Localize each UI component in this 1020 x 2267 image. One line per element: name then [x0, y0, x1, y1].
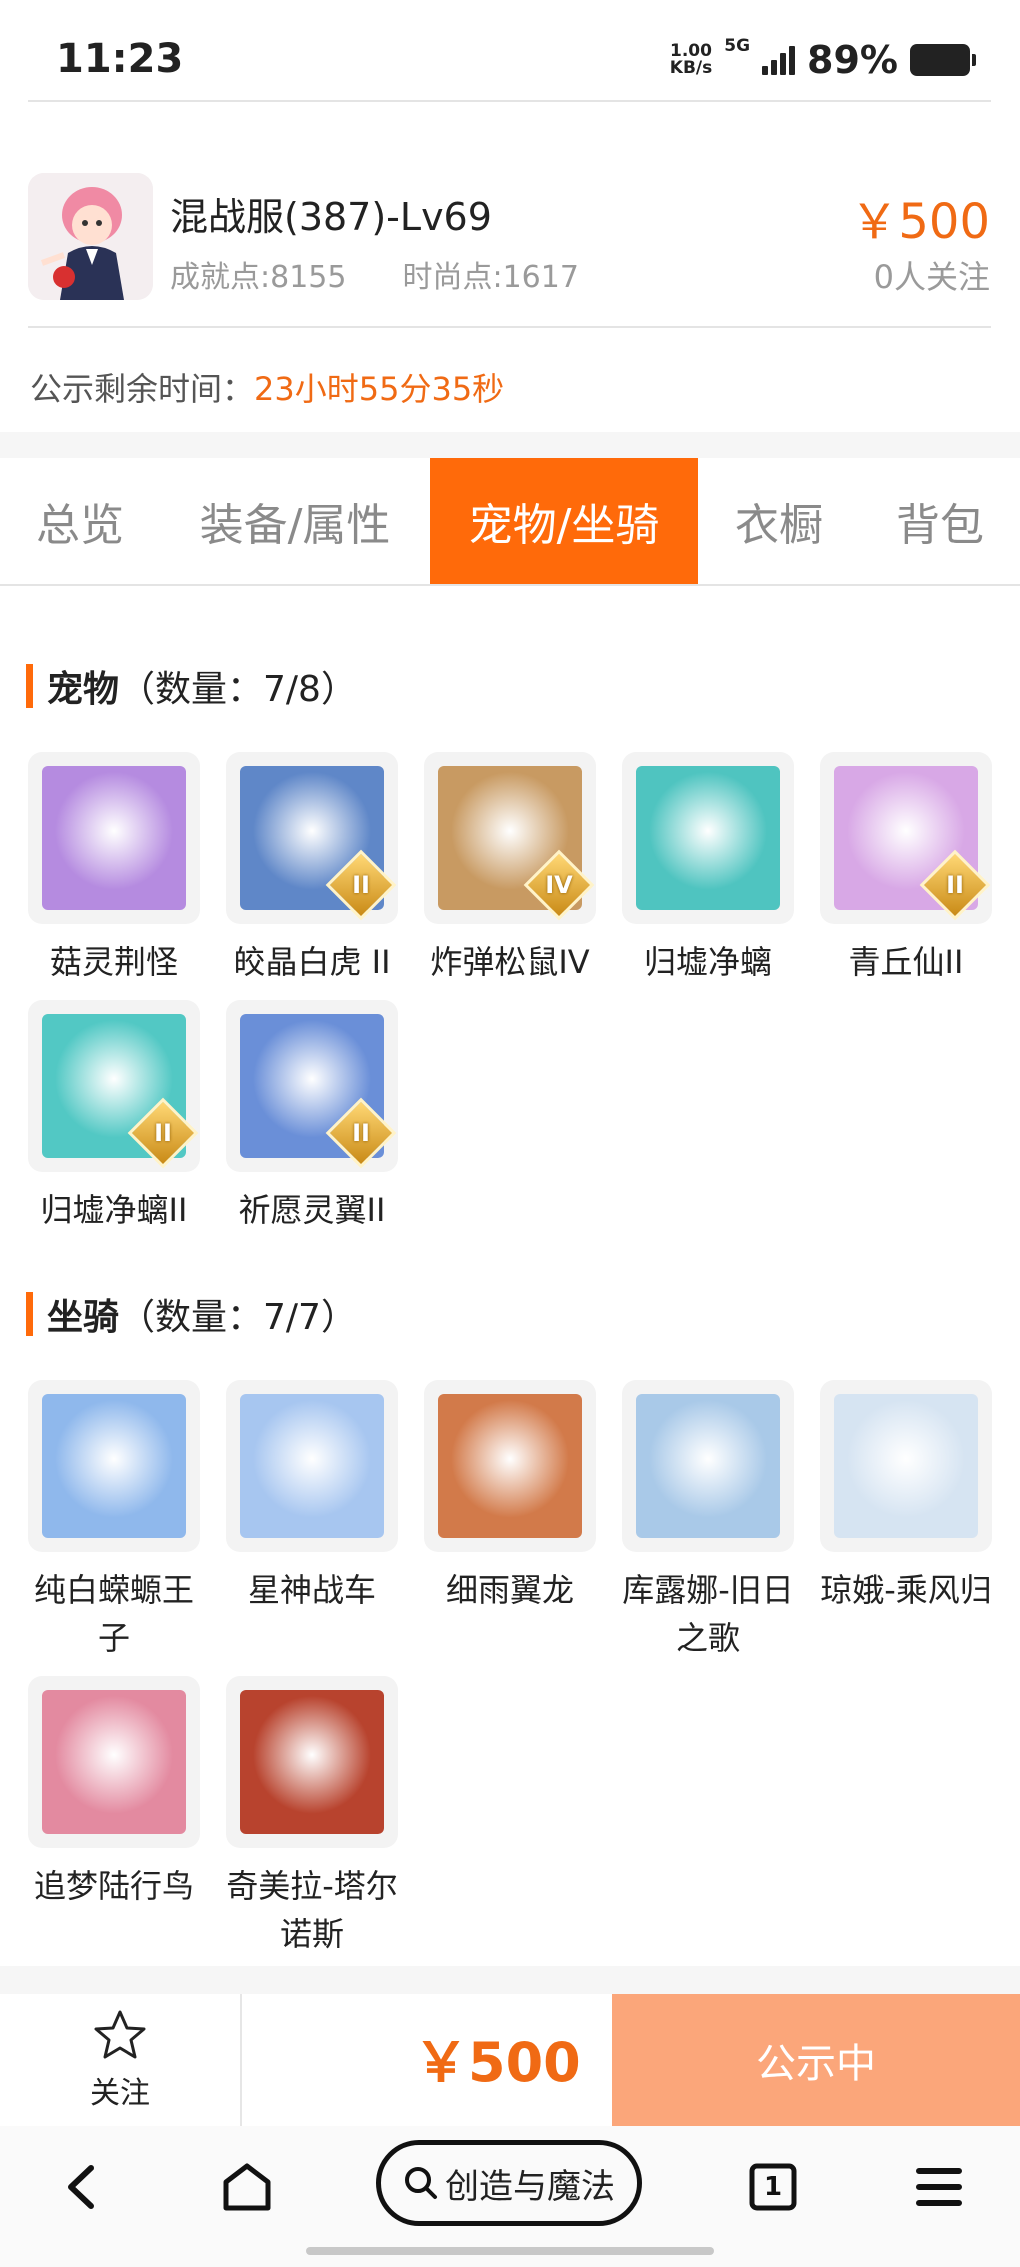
mount-name: 细雨翼龙: [445, 1571, 574, 1609]
pet-name: 归墟净螭: [643, 943, 772, 981]
pet-card[interactable]: II 皎晶白虎 II: [226, 752, 398, 986]
follow-label: 关注: [90, 2076, 150, 2111]
battery-icon: [910, 44, 976, 76]
search-icon: [405, 2167, 437, 2199]
network-speed: 1.00 KB/s: [669, 41, 713, 78]
pet-image: II: [226, 1000, 398, 1172]
pets-grid: 菇灵荆怪 II 皎晶白虎 II IV 炸弹松鼠IV 归墟净螭 II 青丘仙II …: [28, 752, 998, 1234]
mount-image: [226, 1676, 398, 1848]
pet-image: [622, 752, 794, 924]
character-avatar: [28, 173, 153, 300]
search-text: 创造与魔法: [445, 2166, 615, 2207]
mount-card[interactable]: 奇美拉-塔尔诺斯: [226, 1676, 398, 1958]
pet-image: II: [820, 752, 992, 924]
tab-count: 1: [763, 2172, 783, 2202]
battery-percent: 89%: [807, 38, 898, 82]
bottom-action-bar: 关注 ￥500 公示中: [0, 1994, 1020, 2126]
publicity-status-button[interactable]: 公示中: [612, 1994, 1020, 2126]
pet-name: 菇灵荆怪: [49, 943, 178, 981]
account-stats: 成就点:8155 时尚点:1617: [170, 252, 579, 296]
mount-name: 奇美拉-塔尔诺斯: [226, 1867, 398, 1953]
bottom-price: ￥500: [414, 2031, 581, 2094]
star-icon: [94, 2010, 146, 2059]
mount-card[interactable]: 纯白蝾螈王子: [28, 1380, 200, 1662]
mount-image: [424, 1380, 596, 1552]
pet-image: [28, 752, 200, 924]
mount-name: 库露娜-旧日之歌: [622, 1571, 794, 1657]
pet-card[interactable]: II 祈愿灵翼II: [226, 1000, 398, 1234]
mount-image: [226, 1380, 398, 1552]
status-indicators: 1.00 KB/s 5G 89%: [669, 36, 976, 82]
section-accent: [26, 664, 33, 708]
mount-name: 琼娥-乘风归: [820, 1571, 992, 1609]
browser-nav-bar: 创造与魔法 1: [0, 2126, 1020, 2267]
pet-image: II: [28, 1000, 200, 1172]
publicity-timer: 公示剩余时间：23小时55分35秒: [30, 364, 504, 410]
gesture-handle: [306, 2247, 714, 2255]
mount-image: [820, 1380, 992, 1552]
mount-card[interactable]: 星神战车: [226, 1380, 398, 1662]
pet-name: 青丘仙II: [848, 943, 964, 981]
mount-card[interactable]: 追梦陆行鸟: [28, 1676, 200, 1958]
mount-card[interactable]: 琼娥-乘风归: [820, 1380, 992, 1662]
divider: [28, 326, 991, 328]
fashion-points: 时尚点:1617: [402, 260, 579, 295]
pet-name: 归墟净螭II: [40, 1191, 188, 1229]
follower-count: 0人关注: [873, 258, 990, 296]
network-type: 5G: [724, 36, 751, 56]
mount-image: [28, 1676, 200, 1848]
divider: [28, 100, 991, 102]
tab-wardrobe[interactable]: 衣橱: [698, 458, 860, 584]
status-time: 11:23: [56, 36, 184, 82]
account-title: 混战服(387)-Lv69: [170, 195, 492, 239]
tab-equipment[interactable]: 装备/属性: [160, 458, 430, 584]
account-price: ￥500: [850, 194, 990, 250]
pet-name: 皎晶白虎 II: [233, 943, 391, 981]
mount-image: [28, 1380, 200, 1552]
mount-image: [622, 1380, 794, 1552]
tabs-icon[interactable]: 1: [738, 2152, 808, 2222]
section-gap: [0, 432, 1020, 458]
tab-overview[interactable]: 总览: [0, 458, 160, 584]
detail-tabs: 总览 装备/属性 宠物/坐骑 衣橱 背包: [0, 458, 1020, 586]
pet-card[interactable]: 菇灵荆怪: [28, 752, 200, 986]
mounts-grid: 纯白蝾螈王子 星神战车 细雨翼龙 库露娜-旧日之歌 琼娥-乘风归 追梦陆行鸟 奇…: [28, 1380, 998, 1958]
tab-pets-mounts[interactable]: 宠物/坐骑: [430, 458, 698, 584]
pet-image: IV: [424, 752, 596, 924]
status-bar: 11:23 1.00 KB/s 5G 89%: [0, 0, 1020, 130]
pet-card[interactable]: II 归墟净螭II: [28, 1000, 200, 1234]
section-accent: [26, 1292, 33, 1336]
mount-card[interactable]: 细雨翼龙: [424, 1380, 596, 1662]
pet-card[interactable]: IV 炸弹松鼠IV: [424, 752, 596, 986]
tab-backpack[interactable]: 背包: [860, 458, 1020, 584]
pet-name: 祈愿灵翼II: [238, 1191, 386, 1229]
mounts-section-title: 坐骑 （数量：7/7）: [26, 1288, 357, 1340]
mount-name: 纯白蝾螈王子: [33, 1571, 194, 1657]
timer-label: 公示剩余时间：: [30, 370, 255, 408]
bottom-separator: [0, 1966, 1020, 1994]
timer-value: 23小时55分35秒: [254, 370, 505, 408]
mount-name: 星神战车: [247, 1571, 376, 1609]
pet-card[interactable]: II 青丘仙II: [820, 752, 992, 986]
mount-name: 追梦陆行鸟: [33, 1867, 194, 1905]
home-icon[interactable]: [212, 2152, 282, 2222]
pet-name: 炸弹松鼠IV: [430, 943, 590, 981]
menu-icon[interactable]: [904, 2152, 974, 2222]
pets-section-title: 宠物 （数量：7/8）: [26, 660, 357, 712]
pet-image: II: [226, 752, 398, 924]
follow-button[interactable]: 关注: [0, 1994, 242, 2126]
signal-icon: [762, 45, 796, 75]
mounts-count: （数量：7/7）: [119, 1297, 357, 1338]
pet-card[interactable]: 归墟净螭: [622, 752, 794, 986]
back-icon[interactable]: [46, 2152, 116, 2222]
achievement-points: 成就点:8155: [170, 260, 347, 295]
mount-card[interactable]: 库露娜-旧日之歌: [622, 1380, 794, 1662]
pets-count: （数量：7/8）: [119, 669, 357, 710]
search-bar[interactable]: 创造与魔法: [376, 2140, 642, 2226]
